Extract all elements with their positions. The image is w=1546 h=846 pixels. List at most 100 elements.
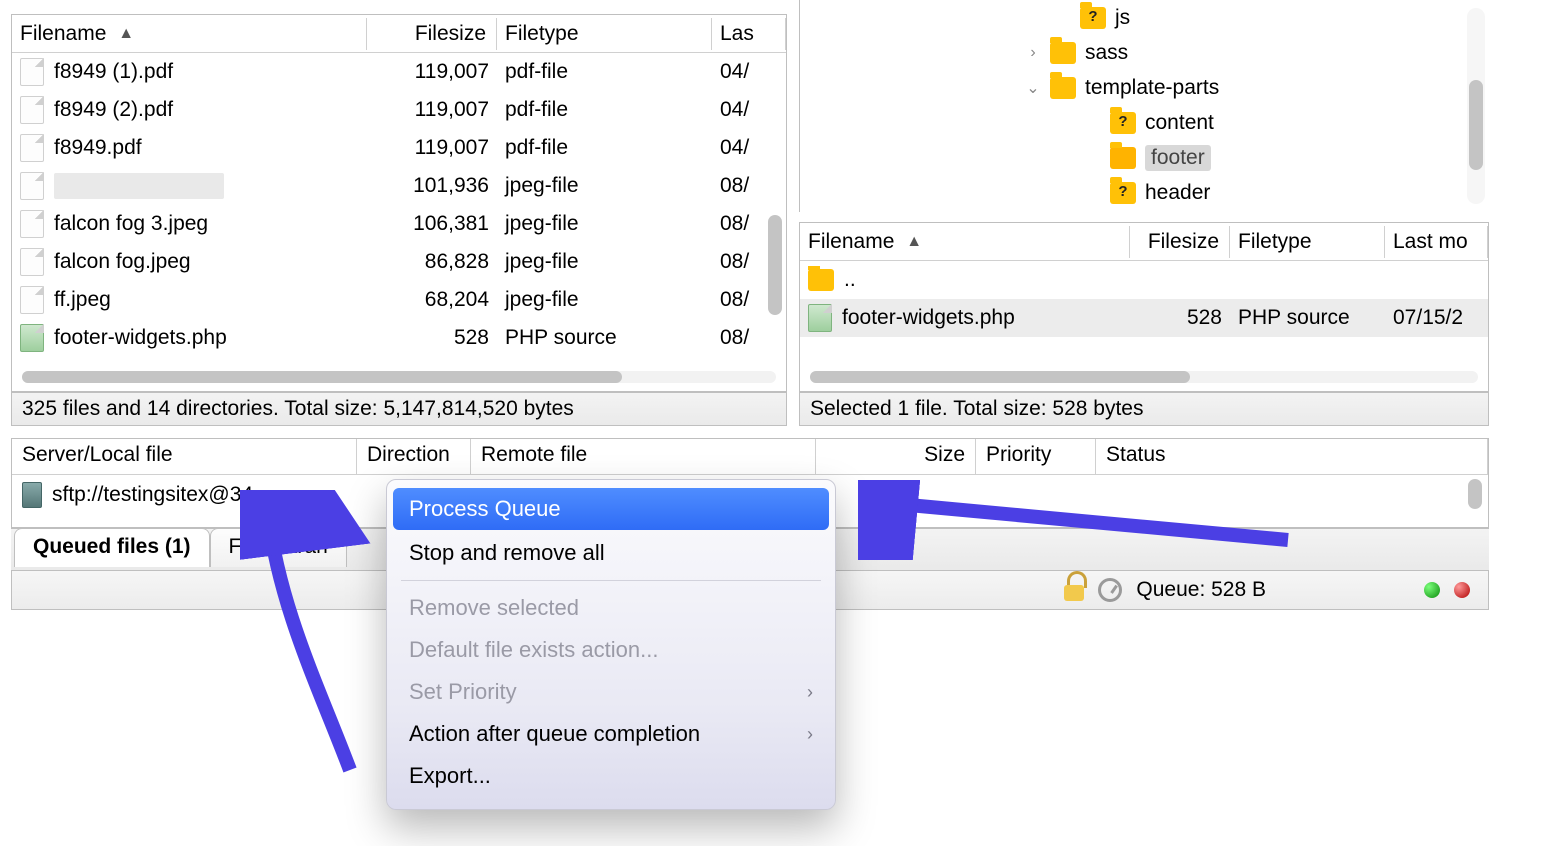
folder-unknown-icon — [1110, 112, 1136, 134]
file-size: 86,828 — [367, 248, 497, 276]
qh-direction[interactable]: Direction — [357, 439, 471, 474]
file-size: 68,204 — [367, 286, 497, 314]
menu-stop-remove-all[interactable]: Stop and remove all — [387, 532, 835, 574]
file-type: jpeg-file — [497, 210, 712, 238]
menu-process-queue[interactable]: Process Queue — [393, 488, 829, 530]
queue-header: Server/Local file Direction Remote file … — [12, 439, 1488, 475]
qh-size[interactable]: Size — [816, 439, 976, 474]
local-hscroll-thumb[interactable] — [22, 371, 622, 383]
local-status-bar: 325 files and 14 directories. Total size… — [11, 392, 787, 426]
sort-asc-icon: ▲ — [118, 25, 134, 43]
tree-node[interactable]: ⌄ template-parts — [800, 70, 1489, 105]
r-column-filetype[interactable]: Filetype — [1230, 226, 1385, 258]
remote-hscroll-thumb[interactable] — [810, 371, 1190, 383]
file-icon — [20, 210, 44, 238]
file-last: 04/ — [712, 96, 786, 124]
menu-set-priority: Set Priority › — [387, 671, 835, 713]
speed-gauge-icon[interactable] — [1098, 578, 1122, 602]
menu-action-after[interactable]: Action after queue completion › — [387, 713, 835, 755]
file-last: 07/15/2 — [1385, 304, 1488, 332]
menu-remove-selected: Remove selected — [387, 587, 835, 629]
tab-queued-files[interactable]: Queued files (1) — [14, 528, 210, 567]
file-type: PHP source — [497, 324, 712, 352]
tree-scroll-thumb[interactable] — [1469, 80, 1483, 170]
tree-node[interactable]: footer — [800, 140, 1489, 175]
php-file-icon — [808, 304, 832, 332]
queue-vscroll-thumb[interactable] — [1468, 479, 1482, 509]
qh-status[interactable]: Status — [1096, 439, 1488, 474]
column-filesize[interactable]: Filesize — [367, 18, 497, 50]
chevron-right-icon[interactable]: › — [1025, 44, 1041, 62]
remote-status-bar: Selected 1 file. Total size: 528 bytes — [799, 392, 1489, 426]
parent-dir-row[interactable]: .. — [800, 261, 1488, 299]
menu-default-exists-label: Default file exists action... — [409, 637, 658, 663]
file-row[interactable]: ff.jpeg68,204jpeg-file08/ — [12, 281, 786, 319]
folder-icon — [1110, 147, 1136, 169]
file-icon — [20, 134, 44, 162]
r-column-filename-label: Filename — [808, 230, 894, 253]
qh-server[interactable]: Server/Local file — [12, 439, 357, 474]
file-row[interactable]: f8949 (2).pdf119,007pdf-file04/ — [12, 91, 786, 129]
tree-label: template-parts — [1085, 76, 1219, 100]
file-name: falcon fog.jpeg — [54, 250, 191, 274]
file-type: pdf-file — [497, 134, 712, 162]
queue-context-menu: Process Queue Stop and remove all Remove… — [386, 479, 836, 810]
r-column-filename[interactable]: Filename ▲ — [800, 226, 1130, 258]
file-size: 106,381 — [367, 210, 497, 238]
file-row[interactable]: 101,936jpeg-file08/ — [12, 167, 786, 205]
file-icon — [20, 96, 44, 124]
server-icon — [22, 482, 42, 508]
sort-asc-icon: ▲ — [906, 233, 922, 251]
folder-icon — [1050, 77, 1076, 99]
column-filename[interactable]: Filename ▲ — [12, 18, 367, 50]
file-name: footer-widgets.php — [54, 326, 227, 350]
tree-label: content — [1145, 111, 1214, 135]
file-name: f8949.pdf — [54, 136, 142, 160]
file-size: 101,936 — [367, 172, 497, 200]
menu-action-after-label: Action after queue completion — [409, 721, 700, 747]
annotation-arrow-right — [858, 480, 1298, 560]
file-size: 528 — [367, 324, 497, 352]
chevron-right-icon: › — [807, 724, 813, 745]
file-size: 119,007 — [367, 134, 497, 162]
tree-label: js — [1115, 6, 1130, 30]
remote-hscroll-track[interactable] — [810, 371, 1478, 383]
column-filetype[interactable]: Filetype — [497, 18, 712, 50]
qh-remote[interactable]: Remote file — [471, 439, 816, 474]
r-column-filesize[interactable]: Filesize — [1130, 226, 1230, 258]
local-file-list: Filename ▲ Filesize Filetype Las f8949 (… — [11, 14, 787, 392]
tree-node[interactable]: header — [800, 175, 1489, 210]
file-row[interactable]: footer-widgets.php528PHP source08/ — [12, 319, 786, 357]
r-column-lastmod[interactable]: Last mo — [1385, 226, 1488, 258]
file-type: pdf-file — [497, 96, 712, 124]
menu-export[interactable]: Export... — [387, 755, 835, 797]
file-size: 119,007 — [367, 58, 497, 86]
folder-unknown-icon — [1080, 7, 1106, 29]
file-row[interactable]: falcon fog 3.jpeg106,381jpeg-file08/ — [12, 205, 786, 243]
file-row[interactable]: f8949 (1).pdf119,007pdf-file04/ — [12, 53, 786, 91]
file-type: pdf-file — [497, 58, 712, 86]
qh-priority[interactable]: Priority — [976, 439, 1096, 474]
local-vscroll-thumb[interactable] — [768, 215, 782, 315]
file-name: falcon fog 3.jpeg — [54, 212, 208, 236]
tree-node[interactable]: content — [800, 105, 1489, 140]
file-name: footer-widgets.php — [842, 306, 1015, 330]
tree-node[interactable]: ›sass — [800, 35, 1489, 70]
local-header-row: Filename ▲ Filesize Filetype Las — [12, 15, 786, 53]
file-last: 04/ — [712, 58, 786, 86]
chevron-down-icon[interactable]: ⌄ — [1025, 78, 1041, 98]
file-row[interactable]: f8949.pdf 119,007pdf-file04/ — [12, 129, 786, 167]
folder-icon — [808, 269, 834, 291]
file-icon — [20, 286, 44, 314]
file-row[interactable]: footer-widgets.php528PHP source07/15/2 — [800, 299, 1488, 337]
file-size: 119,007 — [367, 96, 497, 124]
column-filename-label: Filename — [20, 22, 106, 45]
file-row[interactable]: falcon fog.jpeg86,828jpeg-file08/ — [12, 243, 786, 281]
file-last: 04/ — [712, 134, 786, 162]
folder-unknown-icon — [1110, 182, 1136, 204]
local-hscroll-track[interactable] — [22, 371, 776, 383]
redacted-filename — [54, 173, 224, 199]
column-lastmod[interactable]: Las — [712, 18, 786, 50]
menu-process-queue-label: Process Queue — [409, 496, 561, 522]
tree-node[interactable]: js — [800, 0, 1489, 35]
